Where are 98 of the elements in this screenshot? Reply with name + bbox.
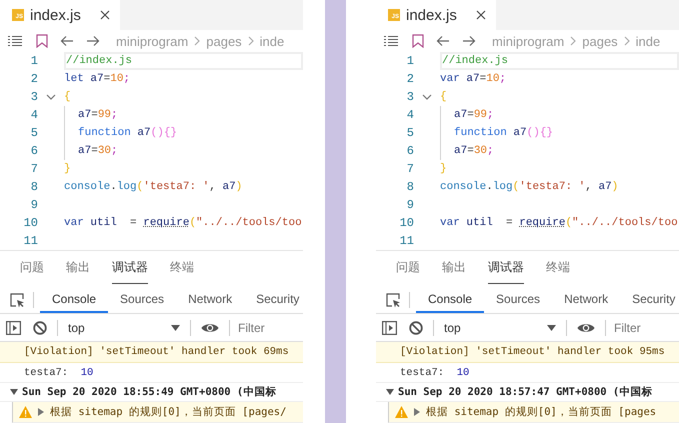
code-line: a7=30; [454,145,494,157]
forward-arrow-icon[interactable] [86,35,100,47]
expand-triangle-icon[interactable] [38,408,44,416]
code-line: a7=30; [78,145,118,157]
code-line: function a7(){} [454,127,554,139]
console-group-title[interactable]: Sun Sep 20 2020 18:55:49 GMT+0800 (中国标 [22,385,276,399]
line-number: 8 [30,180,38,194]
chevron-icon[interactable] [422,94,432,100]
code-line: //index.js [442,55,508,67]
panel-tab[interactable]: 终端 [546,251,570,284]
code-line: console.log('testa7: ', a7) [440,181,618,193]
code-line: } [440,163,447,175]
code-line: a7=99; [454,109,494,121]
chevron-right-icon [624,36,630,46]
code-line: var a7=10; [440,73,506,85]
back-arrow-icon[interactable] [60,35,74,47]
devtools-tab[interactable]: Console [40,287,108,313]
console-group-title[interactable]: Sun Sep 20 2020 18:57:47 GMT+0800 (中国标 [398,385,652,399]
line-number: 7 [30,162,38,176]
code-line: } [64,163,71,175]
eye-icon[interactable] [577,322,595,334]
code-line: { [440,91,447,103]
line-number: 9 [406,198,414,212]
line-number: 11 [398,234,414,248]
warning-icon [19,406,32,418]
line-number: 5 [30,126,38,140]
close-icon[interactable] [476,10,486,20]
devtools-tab[interactable]: Sources [108,287,176,313]
panel-tab[interactable]: 调试器 [488,251,524,284]
line-number: 1 [406,54,414,68]
devtools-tab[interactable]: Network [176,287,244,313]
inspect-icon[interactable] [386,292,401,308]
console-message: [Violation] 'setTimeout' handler took 95ms [400,346,665,358]
line-number: 10 [398,216,414,230]
line-number: 3 [30,90,38,104]
panel-tab[interactable]: 输出 [442,251,466,284]
eye-icon[interactable] [201,322,219,334]
warning-icon [395,406,408,418]
line-number: 4 [30,108,38,122]
line-number: 3 [406,90,414,104]
chevron-right-icon [570,36,576,46]
line-number: 11 [22,234,38,248]
panel-tab[interactable]: 调试器 [112,251,148,284]
expand-triangle-icon[interactable] [386,389,394,395]
dropdown-triangle-icon[interactable] [171,324,180,330]
console-message: [Violation] 'setTimeout' handler took 69ms [24,346,289,358]
list-icon[interactable] [8,35,22,47]
panel-tab[interactable]: 问题 [20,251,44,284]
panel-tab[interactable]: 输出 [66,251,90,284]
list-icon[interactable] [384,35,398,47]
expand-triangle-icon[interactable] [414,408,420,416]
code-line: var util = require("../../tools/too [64,217,302,229]
console-message: testa7: 10 [400,366,470,378]
code-line: console.log('testa7: ', a7) [64,181,242,193]
chevron-right-icon [248,36,254,46]
console-message: 根据 sitemap 的规则[0]，当前页面 [pages/ [50,405,286,419]
devtools-tab[interactable]: Security [620,287,679,313]
console-message: testa7: 10 [24,366,94,378]
inspect-icon[interactable] [10,292,25,308]
panel-tab[interactable]: 问题 [396,251,420,284]
line-number: 9 [30,198,38,212]
forward-arrow-icon[interactable] [462,35,476,47]
sidebar-toggle-icon[interactable] [382,320,397,334]
context-dropdown[interactable]: top [438,320,562,334]
line-number: 1 [30,54,38,68]
line-number: 8 [406,180,414,194]
code-line: function a7(){} [78,127,178,139]
line-number: 5 [406,126,414,140]
panel-tab[interactable]: 终端 [170,251,194,284]
devtools-tab[interactable]: Sources [484,287,552,313]
line-number: 4 [406,108,414,122]
line-number: 2 [406,72,414,86]
code-line: let a7=10; [64,73,130,85]
devtools-tab[interactable]: Console [416,287,484,313]
line-number: 6 [30,144,38,158]
bookmark-icon[interactable] [36,34,48,48]
line-number: 6 [406,144,414,158]
clear-console-icon[interactable] [33,320,47,334]
back-arrow-icon[interactable] [436,35,450,47]
code-line: var util = require("../../tools/too [440,217,678,229]
line-number: 10 [22,216,38,230]
console-message: 根据 sitemap 的规则[0]，当前页面 [pages [426,405,656,419]
dropdown-triangle-icon[interactable] [547,324,556,330]
chevron-icon[interactable] [46,94,56,100]
clear-console-icon[interactable] [409,320,423,334]
line-number: 2 [30,72,38,86]
close-icon[interactable] [100,10,110,20]
sidebar-toggle-icon[interactable] [6,320,21,334]
chevron-right-icon [194,36,200,46]
context-dropdown[interactable]: top [62,320,186,334]
bookmark-icon[interactable] [412,34,424,48]
line-number: 7 [406,162,414,176]
code-line: { [64,91,71,103]
devtools-tab[interactable]: Network [552,287,620,313]
devtools-tab[interactable]: Security [244,287,303,313]
expand-triangle-icon[interactable] [10,389,18,395]
code-line: //index.js [66,55,132,67]
code-line: a7=99; [78,109,118,121]
